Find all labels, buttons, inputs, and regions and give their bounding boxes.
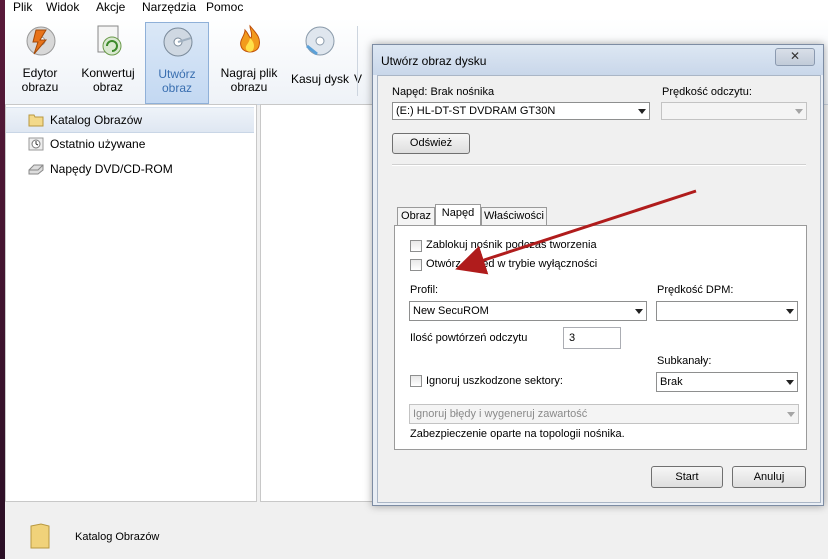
convert-image-button[interactable]: Konwertuj obraz: [77, 22, 139, 102]
retries-value: 3: [569, 332, 576, 344]
create-image-button[interactable]: Utwórz obraz: [145, 22, 209, 104]
tab-image-label: Obraz: [401, 210, 431, 222]
profile-label: Profil:: [410, 284, 439, 296]
dialog-title: Utwórz obraz dysku: [381, 54, 487, 68]
retries-input[interactable]: 3: [563, 327, 621, 349]
folder-icon: [30, 523, 50, 549]
chevron-down-icon: [786, 380, 794, 385]
drive-value: (E:) HL-DT-ST DVDRAM GT30N: [396, 105, 556, 117]
toolbar-separator: [357, 26, 358, 96]
burn-image-button[interactable]: Nagraj plik obrazu: [218, 22, 280, 102]
subchannels-value: Brak: [660, 376, 683, 388]
ignore-bad-sectors-label: Ignoruj uszkodzone sektory:: [426, 375, 563, 387]
menu-bar: Plik Widok Akcje Narzędzia Pomoc: [5, 0, 828, 18]
tab-properties[interactable]: Właściwości: [481, 207, 547, 225]
read-speed-label: Prędkość odczytu:: [662, 86, 752, 98]
menu-help[interactable]: Pomoc: [206, 0, 243, 16]
convert-image-label-1: Konwertuj: [81, 66, 135, 80]
menu-view[interactable]: Widok: [46, 0, 79, 16]
image-editor-label-1: Edytor: [22, 66, 58, 80]
start-button[interactable]: Start: [651, 466, 723, 488]
lock-media-checkbox[interactable]: [410, 240, 422, 252]
create-image-icon: [163, 27, 193, 57]
tab-properties-label: Właściwości: [484, 210, 544, 222]
profile-select[interactable]: New SecuROM: [409, 301, 647, 321]
drive-label: Napęd: Brak nośnika: [392, 86, 495, 98]
clock-icon: [28, 137, 44, 151]
refresh-label: Odśwież: [409, 137, 453, 149]
burn-image-label-1: Nagraj plik: [220, 66, 278, 80]
create-image-dialog: Utwórz obraz dysku ✕ Napęd: Brak nośnika…: [372, 44, 824, 506]
menu-file[interactable]: Plik: [13, 0, 32, 16]
start-label: Start: [675, 471, 699, 483]
erase-disc-label: Kasuj dysk: [290, 72, 350, 86]
sidebar-item-dvd-drives[interactable]: Napędy DVD/CD-ROM: [6, 157, 254, 181]
ignore-errors-value: Ignoruj błędy i wygeneruj zawartość: [413, 408, 588, 420]
ignore-bad-sectors-checkbox[interactable]: [410, 375, 422, 387]
erase-disc-icon: [305, 26, 335, 56]
sidebar-item-label: Katalog Obrazów: [50, 113, 143, 127]
image-editor-icon: [26, 26, 56, 56]
protection-text: Zabezpieczenie oparte na topologii nośni…: [410, 428, 625, 440]
sidebar-item-recent[interactable]: Ostatnio używane: [6, 132, 254, 156]
chevron-down-icon: [635, 309, 643, 314]
subchannels-select[interactable]: Brak: [656, 372, 798, 392]
image-editor-label-2: obrazu: [21, 80, 59, 94]
chevron-down-icon: [787, 412, 795, 417]
dpm-speed-label: Prędkość DPM:: [657, 284, 734, 296]
read-speed-select[interactable]: [661, 102, 807, 120]
dvd-drive-icon: [28, 164, 44, 175]
chevron-down-icon: [795, 109, 803, 114]
erase-disc-button[interactable]: Kasuj dysk: [288, 22, 352, 102]
lock-media-label: Zablokuj nośnik podczas tworzenia: [426, 239, 597, 251]
ignore-errors-select[interactable]: Ignoruj błędy i wygeneruj zawartość: [409, 404, 799, 424]
menu-tools[interactable]: Narzędzia: [142, 0, 196, 16]
virtual-drive-label: V: [354, 72, 363, 86]
convert-image-icon: [97, 25, 122, 56]
dpm-speed-select[interactable]: [656, 301, 798, 321]
cancel-label: Anuluj: [753, 471, 785, 483]
dialog-titlebar[interactable]: Utwórz obraz dysku ✕: [373, 45, 823, 75]
convert-image-label-2: obraz: [92, 80, 124, 94]
create-image-label-1: Utwórz: [158, 67, 196, 81]
retries-label: Ilość powtórzeń odczytu: [410, 332, 528, 344]
tab-drive[interactable]: Napęd: [435, 204, 481, 225]
dialog-body: Napęd: Brak nośnika (E:) HL-DT-ST DVDRAM…: [377, 75, 821, 503]
drive-select[interactable]: (E:) HL-DT-ST DVDRAM GT30N: [392, 102, 650, 120]
subchannels-label: Subkanały:: [657, 355, 712, 367]
tab-image[interactable]: Obraz: [397, 207, 435, 225]
close-icon: ✕: [789, 49, 801, 63]
burn-image-icon: [240, 24, 260, 53]
sidebar-item-image-catalog[interactable]: Katalog Obrazów: [6, 107, 254, 133]
create-image-label-2: obraz: [161, 81, 193, 95]
status-label: Katalog Obrazów: [75, 531, 160, 543]
burn-image-label-2: obrazu: [230, 80, 268, 94]
menu-actions[interactable]: Akcje: [96, 0, 125, 16]
close-button[interactable]: ✕: [775, 48, 815, 66]
chevron-down-icon: [638, 109, 646, 114]
exclusive-mode-checkbox[interactable]: [410, 259, 422, 271]
image-editor-button[interactable]: Edytor obrazu: [9, 22, 71, 102]
sidebar-item-label: Napędy DVD/CD-ROM: [50, 162, 173, 176]
refresh-button[interactable]: Odśwież: [392, 133, 470, 154]
status-bar: Katalog Obrazów: [5, 504, 828, 559]
divider: [392, 164, 806, 166]
profile-value: New SecuROM: [413, 305, 489, 317]
tab-drive-label: Napęd: [441, 207, 475, 219]
content-panel: [260, 104, 375, 502]
exclusive-mode-label: Otwórz napęd w trybie wyłączności: [426, 258, 598, 270]
sidebar-item-label: Ostatnio używane: [50, 137, 146, 151]
sidebar: Katalog Obrazów Ostatnio używane Napędy …: [5, 104, 257, 502]
cancel-button[interactable]: Anuluj: [732, 466, 806, 488]
chevron-down-icon: [786, 309, 794, 314]
folder-icon: [28, 114, 44, 127]
drive-tab-pane: Zablokuj nośnik podczas tworzenia Otwórz…: [394, 225, 807, 450]
